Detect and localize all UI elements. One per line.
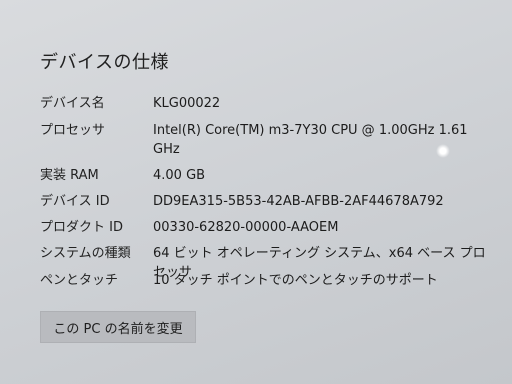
spec-label: デバイス名 — [40, 96, 105, 111]
rename-pc-button[interactable]: この PC の名前を変更 — [40, 311, 196, 343]
spec-label: ペンとタッチ — [40, 273, 119, 288]
spec-label: プロセッサ — [40, 123, 106, 138]
section-title: デバイスの仕様 — [40, 52, 169, 73]
screen-glare — [436, 144, 450, 158]
spec-label: デバイス ID — [40, 194, 110, 209]
spec-value: KLG00022 — [153, 96, 221, 111]
spec-value: 4.00 GB — [153, 168, 206, 183]
spec-label: システムの種類 — [40, 246, 131, 261]
spec-label: 実装 RAM — [40, 168, 99, 183]
spec-value: DD9EA315-5B53-42AB-AFBB-2AF44678A792 — [153, 194, 444, 209]
device-specifications-panel: デバイスの仕様 デバイス名 KLG00022 プロセッサ Intel(R) Co… — [0, 0, 512, 384]
spec-label: プロダクト ID — [40, 220, 123, 235]
spec-value: 10 タッチ ポイントでのペンとタッチのサポート — [153, 273, 438, 288]
spec-value: 00330-62820-00000-AAOEM — [153, 220, 339, 235]
